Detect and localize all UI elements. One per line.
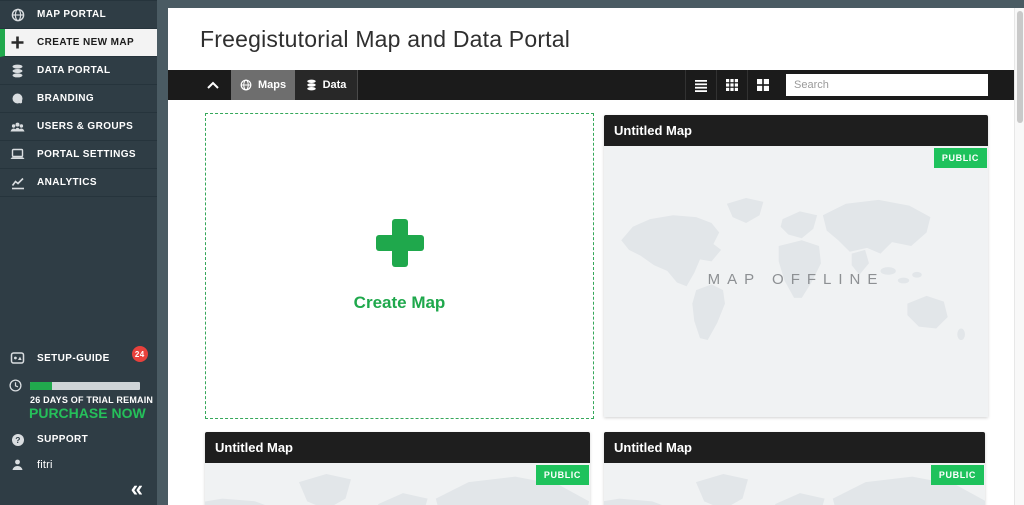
chevron-up-icon [206,80,220,90]
sidebar-item-setup-guide[interactable]: SETUP-GUIDE 24 [0,346,167,366]
map-card-title: Untitled Map [215,440,293,455]
sidebar-item-create-new-map[interactable]: CREATE NEW MAP [0,29,157,57]
search-wrap [786,70,988,100]
map-card[interactable]: Untitled Map PUBLIC [604,432,985,505]
map-preview[interactable]: PUBLIC [205,463,590,505]
public-badge: PUBLIC [930,465,984,485]
sidebar-item-label: USERS & GROUPS [37,121,134,132]
map-card-header[interactable]: Untitled Map [205,432,590,463]
clock-icon [9,379,22,392]
database-icon [10,63,25,78]
plus-icon [375,219,424,267]
sidebar-item-support[interactable]: ? SUPPORT [0,432,167,447]
user-name-label: fitri [37,458,53,471]
trial-remaining-label: 26 DAYS OF TRIAL REMAIN [30,395,154,405]
world-map-image [205,463,590,505]
collapse-icon: « [130,476,143,501]
notification-badge[interactable]: 24 [131,346,148,362]
grid-view-button[interactable] [716,70,747,100]
main-panel: Freegistutorial Map and Data Portal Maps… [168,8,1014,505]
large-grid-view-button[interactable] [747,70,778,100]
frame-divider-vertical [157,0,168,505]
person-icon [10,457,25,472]
map-offline-label: MAP OFFLINE [707,270,885,288]
sidebar-item-label: CREATE NEW MAP [37,37,135,48]
large-grid-view-icon [756,78,770,92]
map-preview[interactable]: PUBLIC [604,463,985,505]
toolbar: Maps Data [168,70,1014,100]
map-preview[interactable]: PUBLIC [604,146,988,417]
list-view-button[interactable] [685,70,716,100]
map-card[interactable]: Untitled Map PUBLIC [604,115,988,417]
grid-view-icon [725,78,739,92]
create-map-tile[interactable]: Create Map [205,113,594,419]
map-card-title: Untitled Map [614,123,692,138]
svg-text:?: ? [15,435,21,445]
public-badge: PUBLIC [535,465,589,485]
purchase-now-link[interactable]: PURCHASE NOW [29,405,146,421]
analytics-icon [10,175,25,190]
setup-guide-icon [10,351,25,366]
plus-icon [10,35,25,50]
sidebar: MAP PORTAL CREATE NEW MAP DATA PORTAL BR… [0,0,157,505]
globe-icon [10,7,25,22]
world-map-image [604,463,985,505]
trial-progress [30,382,140,390]
laptop-icon [10,147,25,162]
sidebar-item-label: MAP PORTAL [37,9,107,20]
setup-guide-label: SETUP-GUIDE [37,352,110,364]
users-icon [10,119,25,134]
sidebar-item-user[interactable]: fitri [0,457,167,472]
database-icon [306,79,317,91]
sidebar-item-users-groups[interactable]: USERS & GROUPS [0,113,157,141]
frame-divider-top [157,0,1024,8]
help-icon: ? [10,432,25,447]
sidebar-item-map-portal[interactable]: MAP PORTAL [0,1,157,29]
list-view-icon [694,79,708,92]
search-input[interactable] [786,74,988,96]
sidebar-item-portal-settings[interactable]: PORTAL SETTINGS [0,141,157,169]
map-card[interactable]: Untitled Map PUBLIC [205,432,590,505]
tab-label: Maps [257,79,287,91]
sidebar-item-label: DATA PORTAL [37,65,111,76]
sidebar-item-branding[interactable]: BRANDING [0,85,157,113]
create-map-label: Create Map [353,293,446,312]
public-badge: PUBLIC [933,148,987,168]
tab-label: Data [322,79,347,91]
sidebar-item-label: BRANDING [37,93,95,104]
collapse-toolbar-button[interactable] [195,70,231,100]
collapse-sidebar-button[interactable]: « [131,478,143,500]
scrollbar-thumb[interactable] [1017,11,1023,123]
map-card-header[interactable]: Untitled Map [604,115,988,146]
trial-progress-fill [30,382,52,390]
support-label: SUPPORT [37,434,89,445]
app-window: MAP PORTAL CREATE NEW MAP DATA PORTAL BR… [0,0,1024,505]
sidebar-menu: MAP PORTAL CREATE NEW MAP DATA PORTAL BR… [0,0,157,197]
map-card-title: Untitled Map [614,440,692,455]
map-card-header[interactable]: Untitled Map [604,432,985,463]
sidebar-item-label: ANALYTICS [37,177,97,188]
globe-icon [240,79,252,91]
sidebar-item-label: PORTAL SETTINGS [37,149,136,160]
page-title: Freegistutorial Map and Data Portal [200,26,571,52]
sidebar-item-data-portal[interactable]: DATA PORTAL [0,57,157,85]
branding-icon [10,91,25,106]
tab-data[interactable]: Data [295,70,358,100]
scrollbar[interactable] [1014,8,1024,505]
tab-maps[interactable]: Maps [231,70,295,100]
sidebar-item-analytics[interactable]: ANALYTICS [0,169,157,197]
